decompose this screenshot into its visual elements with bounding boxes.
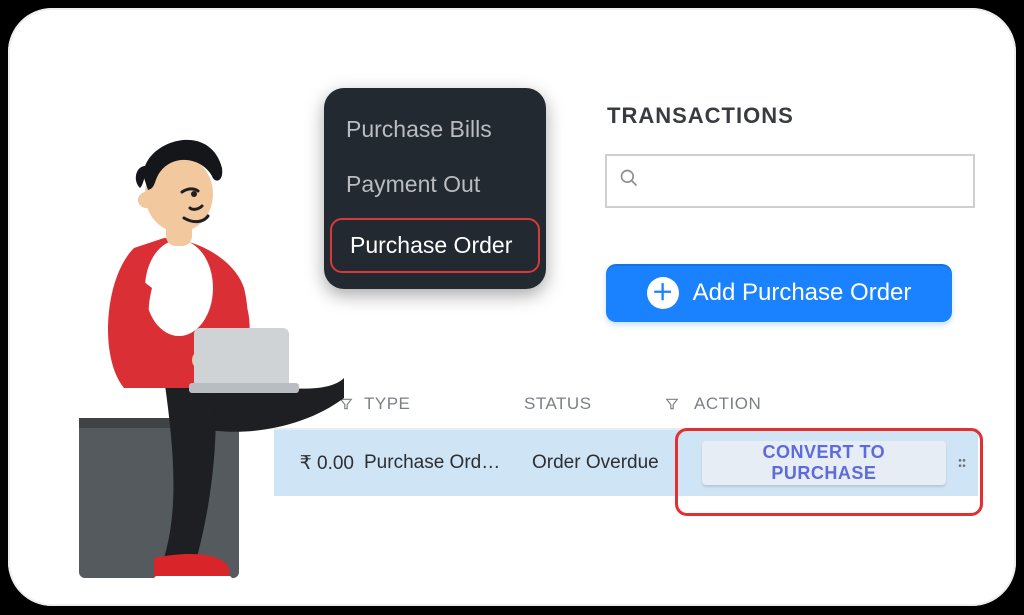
column-header-action: ACTION — [694, 394, 978, 414]
add-purchase-order-button[interactable]: ＋ Add Purchase Order — [606, 264, 952, 322]
menu-item-purchase-order[interactable]: Purchase Order — [330, 218, 540, 273]
add-button-label: Add Purchase Order — [693, 279, 912, 307]
table-header-row: TYPE STATUS ACTION — [274, 388, 978, 428]
cell-amount: ₹ 0.00 — [274, 452, 364, 475]
plus-icon: ＋ — [647, 277, 679, 309]
search-icon — [619, 168, 639, 194]
search-box[interactable] — [605, 154, 975, 208]
cell-action: CONVERT TO PURCHASE — [702, 441, 972, 485]
cell-type: Purchase Ord… — [364, 452, 532, 474]
menu-item-label: Purchase Order — [332, 220, 538, 271]
column-header-type: TYPE — [364, 394, 524, 414]
table-row[interactable]: ₹ 0.00 Purchase Ord… Order Overdue CONVE… — [274, 428, 978, 496]
filter-icon[interactable] — [338, 397, 354, 411]
purchase-menu: Purchase Bills Payment Out Purchase Orde… — [324, 88, 546, 289]
app-card: Purchase Bills Payment Out Purchase Orde… — [8, 8, 1016, 606]
cell-status: Order Overdue — [532, 452, 702, 474]
column-header-status: STATUS — [524, 394, 592, 414]
transactions-heading: TRANSACTIONS — [607, 103, 794, 129]
transactions-table: TYPE STATUS ACTION ₹ 0.00 Purchase Ord… … — [274, 388, 978, 496]
filter-icon[interactable] — [664, 397, 680, 411]
more-icon[interactable] — [956, 454, 972, 472]
search-input[interactable] — [649, 170, 961, 193]
menu-item-payment-out[interactable]: Payment Out — [324, 157, 546, 212]
menu-item-purchase-bills[interactable]: Purchase Bills — [324, 102, 546, 157]
convert-to-purchase-button[interactable]: CONVERT TO PURCHASE — [702, 441, 946, 485]
